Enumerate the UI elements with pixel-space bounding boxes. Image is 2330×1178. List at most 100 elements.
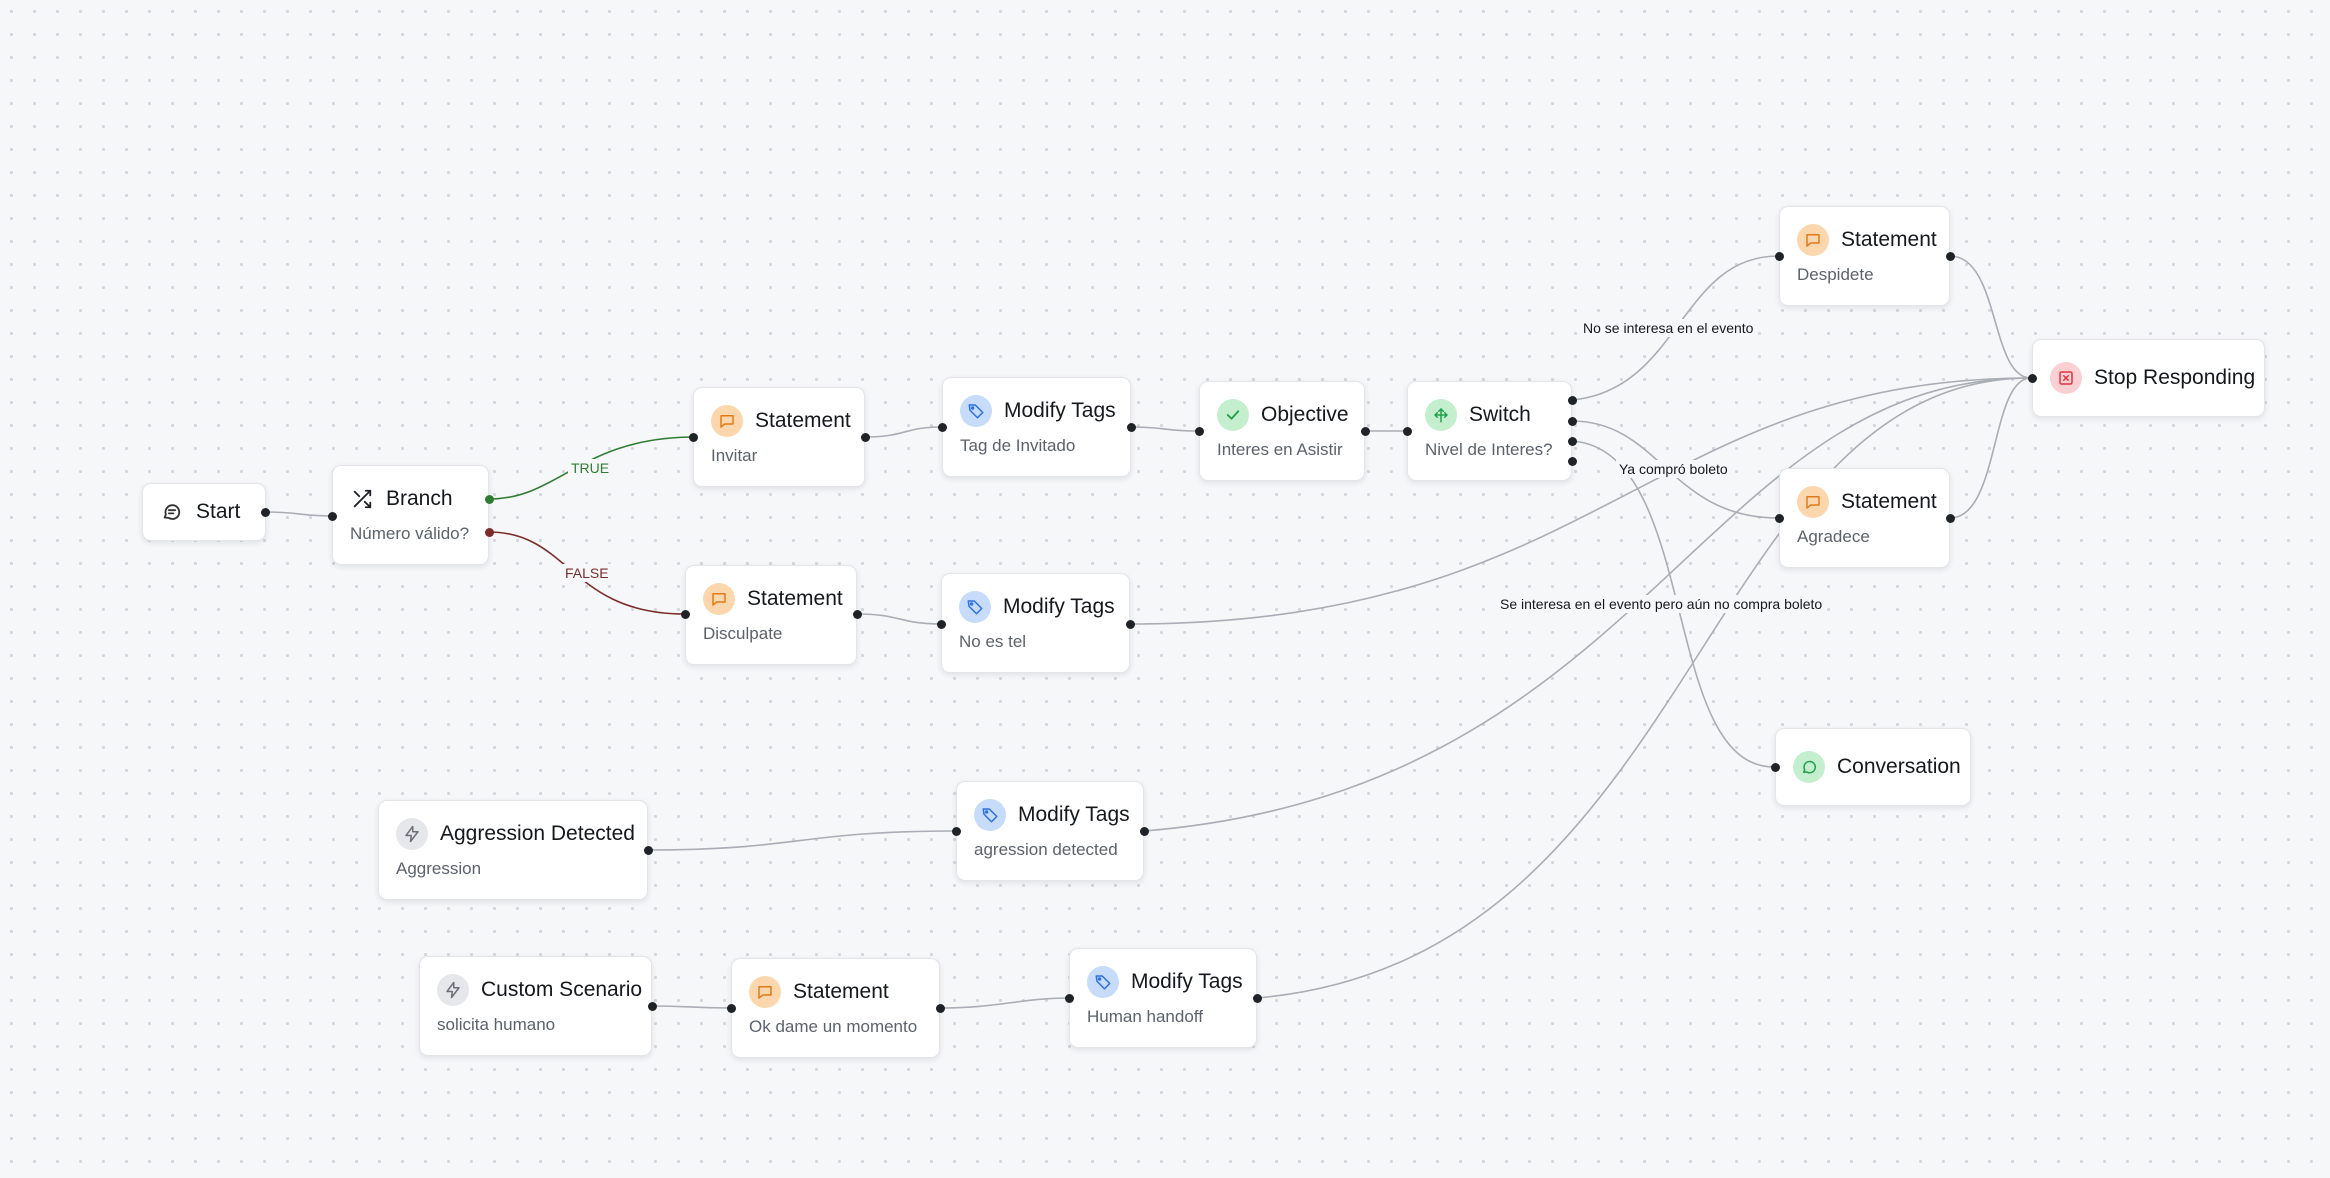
node-subtitle: Disculpate <box>703 624 783 643</box>
output-handle[interactable] <box>852 609 862 619</box>
node-title: Objective <box>1261 403 1349 426</box>
edge-label-ya-compro: Ya compró boleto <box>1616 460 1731 478</box>
input-handle[interactable] <box>327 511 337 521</box>
split-arrows-icon <box>1425 399 1457 431</box>
output-handle[interactable] <box>1252 993 1262 1003</box>
output-handle[interactable] <box>1126 422 1136 432</box>
edge-despidete-stop <box>1949 255 2032 379</box>
node-subtitle: Ok dame un momento <box>749 1017 918 1036</box>
message-square-icon <box>749 976 781 1008</box>
edge-aggression-tags <box>647 830 957 851</box>
edge-disculpate-tags <box>856 613 942 625</box>
edge-momento-human <box>939 997 1070 1009</box>
check-icon <box>1217 399 1249 431</box>
message-square-icon <box>1797 224 1829 256</box>
chat-bubble-icon <box>160 496 184 528</box>
output-handle[interactable] <box>643 845 653 855</box>
input-handle[interactable] <box>680 609 690 619</box>
input-handle[interactable] <box>1770 762 1780 772</box>
node-subtitle: Human handoff <box>1087 1007 1203 1026</box>
lightning-icon <box>437 974 469 1006</box>
false-handle[interactable] <box>484 527 494 537</box>
output-handle[interactable] <box>1567 436 1577 446</box>
true-handle[interactable] <box>484 494 494 504</box>
node-start[interactable]: Start <box>142 483 266 541</box>
output-handle[interactable] <box>860 432 870 442</box>
node-title: Custom Scenario <box>481 978 643 1001</box>
node-title: Conversation <box>1837 755 1961 778</box>
node-modify-tags-human[interactable]: Modify Tags Human handoff <box>1069 948 1257 1048</box>
output-handle[interactable] <box>260 507 270 517</box>
node-subtitle: Tag de Invitado <box>960 436 1076 455</box>
node-statement-momento[interactable]: Statement Ok dame un momento <box>731 958 940 1058</box>
message-square-icon <box>1797 486 1829 518</box>
node-statement-invitar[interactable]: Statement Invitar <box>693 387 865 487</box>
node-statement-despidete[interactable]: Statement Despidete <box>1779 206 1950 306</box>
node-title: Stop Responding <box>2094 366 2256 389</box>
node-subtitle: Aggression <box>396 859 482 878</box>
input-handle[interactable] <box>1774 251 1784 261</box>
input-handle[interactable] <box>951 826 961 836</box>
input-handle[interactable] <box>1194 426 1204 436</box>
node-modify-tags-aggression[interactable]: Modify Tags agression detected <box>956 781 1144 881</box>
conversation-bubble-icon <box>1793 751 1825 783</box>
output-handle[interactable] <box>1945 251 1955 261</box>
input-handle[interactable] <box>688 432 698 442</box>
node-modify-tags-invitado[interactable]: Modify Tags Tag de Invitado <box>942 377 1131 477</box>
output-handle[interactable] <box>1139 826 1149 836</box>
node-subtitle: Nivel de Interes? <box>1425 440 1553 459</box>
node-stop-responding[interactable]: Stop Responding <box>2032 339 2265 417</box>
node-modify-tags-no-es-tel[interactable]: Modify Tags No es tel <box>941 573 1130 673</box>
node-title: Branch <box>386 487 453 510</box>
edge-custom-momento <box>651 1005 732 1009</box>
node-subtitle: Despidete <box>1797 265 1874 284</box>
output-handle[interactable] <box>1567 395 1577 405</box>
node-custom-scenario[interactable]: Custom Scenario solicita humano <box>419 956 652 1056</box>
shuffle-icon <box>350 483 374 515</box>
output-handle[interactable] <box>935 1003 945 1013</box>
node-subtitle: Interes en Asistir <box>1217 440 1343 459</box>
input-handle[interactable] <box>2027 373 2037 383</box>
input-handle[interactable] <box>1064 993 1074 1003</box>
node-title: Statement <box>793 980 889 1003</box>
output-handle[interactable] <box>1360 426 1370 436</box>
input-handle[interactable] <box>726 1003 736 1013</box>
node-objective[interactable]: Objective Interes en Asistir <box>1199 381 1365 481</box>
node-title: Statement <box>747 587 843 610</box>
node-conversation[interactable]: Conversation <box>1775 728 1971 806</box>
node-title: Statement <box>1841 228 1937 251</box>
tag-icon <box>960 395 992 427</box>
node-subtitle: No es tel <box>959 632 1027 651</box>
node-title: Modify Tags <box>1018 803 1130 826</box>
input-handle[interactable] <box>1774 513 1784 523</box>
output-handle[interactable] <box>1567 456 1577 466</box>
node-subtitle: solicita humano <box>437 1015 556 1034</box>
input-handle[interactable] <box>936 619 946 629</box>
lightning-icon <box>396 818 428 850</box>
message-square-icon <box>703 583 735 615</box>
node-title: Statement <box>1841 490 1937 513</box>
node-statement-disculpate[interactable]: Statement Disculpate <box>685 565 857 665</box>
node-switch[interactable]: Switch Nivel de Interes? <box>1407 381 1572 481</box>
node-subtitle: Número válido? <box>350 524 470 543</box>
node-title: Start <box>196 500 241 523</box>
node-title: Modify Tags <box>1004 399 1116 422</box>
node-statement-agradece[interactable]: Statement Agradece <box>1779 468 1950 568</box>
output-handle[interactable] <box>1945 513 1955 523</box>
node-aggression-detected[interactable]: Aggression Detected Aggression <box>378 800 648 900</box>
tag-icon <box>974 799 1006 831</box>
node-branch[interactable]: Branch Número válido? <box>332 465 489 565</box>
message-square-icon <box>711 405 743 437</box>
edge-label-true: TRUE <box>568 459 613 477</box>
input-handle[interactable] <box>1402 426 1412 436</box>
edge-invitar-tags <box>864 426 942 438</box>
tag-icon <box>1087 966 1119 998</box>
node-title: Modify Tags <box>1003 595 1115 618</box>
output-handle[interactable] <box>647 1001 657 1011</box>
edge-tags-objective <box>1130 426 1199 432</box>
edge-label-interesa-no-compra: Se interesa en el evento pero aún no com… <box>1497 595 1826 613</box>
input-handle[interactable] <box>937 422 947 432</box>
node-title: Switch <box>1469 403 1531 426</box>
output-handle[interactable] <box>1125 619 1135 629</box>
output-handle[interactable] <box>1567 416 1577 426</box>
